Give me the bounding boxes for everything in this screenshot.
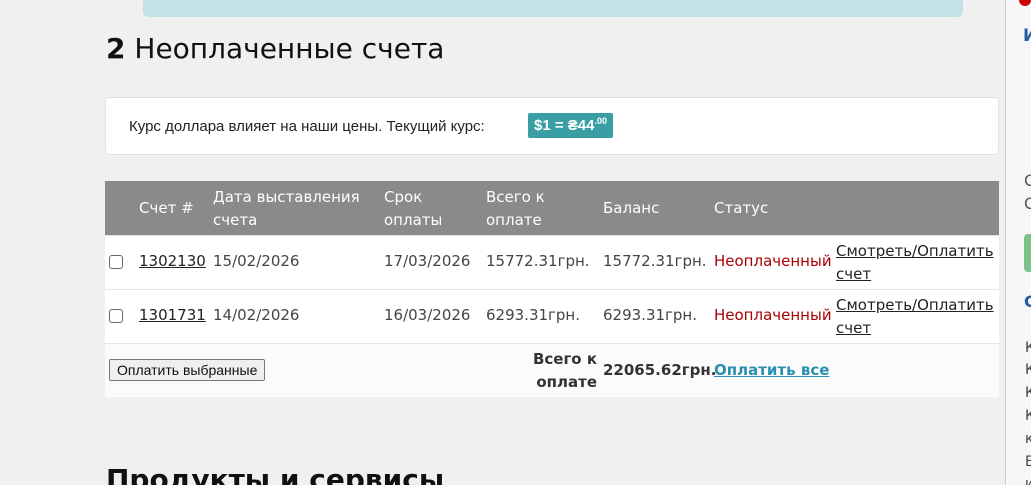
right-sidebar: И С С С К К К К к Е и [1005,0,1031,485]
products-section-title: Продукты и сервисы [106,463,445,485]
sidebar-list-item[interactable]: и [1025,476,1031,485]
view-pay-invoice-link[interactable]: Смотреть/Оплатить счет [836,294,996,340]
pay-all-link[interactable]: Оплатить все [714,361,829,379]
sidebar-list-item[interactable]: К [1025,385,1031,401]
total-amount: 6293.31грн. [486,306,581,324]
exchange-rate-cents: .00 [594,116,607,126]
exchange-rate-value: $1 = ₴44 [534,117,595,134]
col-header-issued-date[interactable]: Дата выставления счета [213,186,373,232]
invoices-table: Счет # Дата выставления счета Срок оплат… [105,181,999,397]
balance-amount: 15772.31грн. [603,252,707,270]
sidebar-action-button[interactable] [1024,234,1031,272]
table-row: 1302130 15/02/2026 17/03/2026 15772.31гр… [105,236,999,290]
info-banner [143,0,963,17]
sidebar-list-item[interactable]: К [1025,408,1031,424]
due-date: 16/03/2026 [384,306,471,324]
invoice-count: 2 [106,32,126,65]
view-pay-invoice-link[interactable]: Смотреть/Оплатить счет [836,240,996,286]
sidebar-text: С [1024,194,1031,213]
invoice-number-link[interactable]: 1301731 [139,306,206,324]
status-badge: Неоплаченный [714,306,832,324]
total-amount: 15772.31грн. [486,252,590,270]
status-badge: Неоплаченный [714,252,832,270]
grand-total-amount: 22065.62грн. [603,361,717,379]
page-title-text: Неоплаченные счета [134,32,445,65]
issued-date: 14/02/2026 [213,306,300,324]
row-checkbox[interactable] [109,309,123,323]
balance-amount: 6293.31грн. [603,306,698,324]
table-row: 1301731 14/02/2026 16/03/2026 6293.31грн… [105,290,999,344]
page-title: 2 Неоплаченные счета [106,32,444,65]
alert-icon [1019,0,1031,6]
sidebar-section-heading: С [1024,292,1031,311]
exchange-rate-notice: Курс доллара влияет на наши цены. Текущи… [105,97,999,155]
pay-selected-button[interactable]: Оплатить выбранные [109,359,266,381]
col-header-due-date[interactable]: Срок оплаты [384,186,464,232]
sidebar-text: С [1024,171,1031,190]
sidebar-heading: И [1023,26,1031,46]
sidebar-list-item[interactable]: К [1025,340,1031,356]
sidebar-list-item[interactable]: К [1025,362,1031,378]
col-header-balance[interactable]: Баланс [603,197,659,220]
grand-total-label: Всего к оплате [532,350,597,391]
col-header-total[interactable]: Всего к оплате [486,186,576,232]
col-header-invoice[interactable]: Счет # [139,197,194,220]
due-date: 17/03/2026 [384,252,471,270]
invoice-number-link[interactable]: 1302130 [139,252,206,270]
sidebar-list-item[interactable]: к [1025,431,1031,447]
exchange-rate-badge: $1 = ₴44.00 [528,113,613,138]
table-footer: Оплатить выбранные Всего к оплате 22065.… [105,344,999,397]
table-header: Счет # Дата выставления счета Срок оплат… [105,181,999,236]
exchange-rate-text: Курс доллара влияет на наши цены. Текущи… [129,118,485,135]
col-header-status[interactable]: Статус [714,197,768,220]
row-checkbox[interactable] [109,255,123,269]
issued-date: 15/02/2026 [213,252,300,270]
sidebar-list-item[interactable]: Е [1025,454,1031,470]
